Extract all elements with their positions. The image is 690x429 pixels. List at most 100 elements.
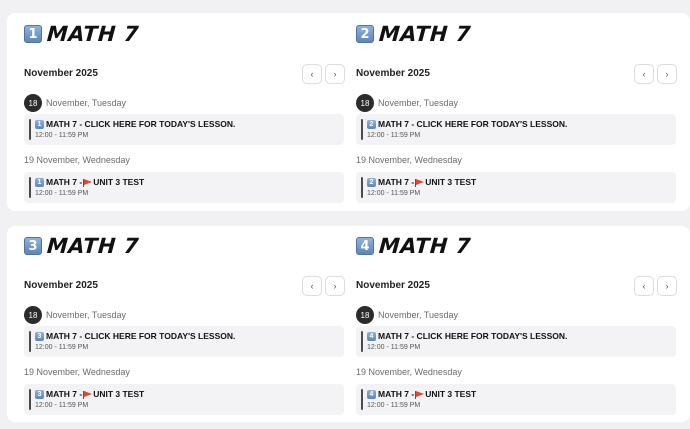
keycap-number-icon: 1	[35, 177, 44, 187]
day-header-today: 18 November, Tuesday	[24, 94, 126, 112]
red-flag-icon	[415, 390, 425, 399]
keycap-number-icon: 4	[367, 331, 376, 341]
event-time: 12:00 - 11:59 PM	[35, 190, 89, 197]
event-item[interactable]: 2 MATH 7 - CLICK HERE FOR TODAY'S LESSON…	[356, 114, 676, 145]
red-flag-icon	[415, 178, 425, 187]
event-time: 12:00 - 11:59 PM	[367, 344, 421, 351]
event-title[interactable]: 1 MATH 7 - UNIT 3 TEST	[35, 177, 144, 187]
day-header: 19 November, Wednesday	[24, 155, 130, 165]
day-label: 19 November, Wednesday	[24, 155, 130, 165]
day-label: 19 November, Wednesday	[356, 367, 462, 377]
day-label: November, Tuesday	[46, 310, 127, 320]
month-label: November 2025	[356, 68, 430, 79]
event-item[interactable]: 3 MATH 7 - CLICK HERE FOR TODAY'S LESSON…	[24, 326, 344, 357]
chevron-right-icon: ›	[333, 281, 337, 291]
prev-month-button[interactable]: ‹	[634, 276, 654, 296]
calendar-title: MATH 7	[378, 22, 472, 46]
next-month-button[interactable]: ›	[325, 276, 345, 296]
event-title[interactable]: 3 MATH 7 - UNIT 3 TEST	[35, 389, 144, 399]
chevron-right-icon: ›	[665, 69, 669, 79]
today-date-circle: 18	[24, 94, 42, 112]
keycap-number-icon: 2	[367, 119, 376, 129]
chevron-left-icon: ‹	[642, 281, 646, 291]
keycap-number-icon: 2	[367, 177, 376, 187]
day-header-today: 18 November, Tuesday	[24, 306, 126, 324]
next-month-button[interactable]: ›	[657, 64, 677, 84]
event-title-prefix: MATH 7 -	[46, 389, 83, 399]
calendar-panel-top: 1 MATH 7 November 2025 ‹ › 18 November, …	[7, 13, 690, 211]
red-flag-icon	[83, 390, 93, 399]
event-title-suffix: UNIT 3 TEST	[93, 389, 145, 399]
event-accent-bar	[29, 119, 31, 140]
day-label: 19 November, Wednesday	[356, 155, 462, 165]
keycap-number-icon: 3	[35, 331, 44, 341]
today-date-circle: 18	[24, 306, 42, 324]
day-label: November, Tuesday	[378, 98, 459, 108]
event-time: 12:00 - 11:59 PM	[35, 132, 89, 139]
calendar-title-row: 4 MATH 7	[356, 232, 472, 260]
keycap-number-icon: 2	[356, 25, 374, 43]
event-accent-bar	[361, 331, 363, 352]
next-month-button[interactable]: ›	[657, 276, 677, 296]
day-header: 19 November, Wednesday	[356, 367, 462, 377]
keycap-number-icon: 1	[24, 25, 42, 43]
calendar-title-row: 1 MATH 7	[24, 20, 140, 48]
event-item[interactable]: 1 MATH 7 - UNIT 3 TEST 12:00 - 11:59 PM	[24, 172, 344, 203]
keycap-number-icon: 1	[35, 119, 44, 129]
event-title[interactable]: 1 MATH 7 - CLICK HERE FOR TODAY'S LESSON…	[35, 119, 235, 129]
event-title[interactable]: 4 MATH 7 - UNIT 3 TEST	[367, 389, 476, 399]
keycap-number-icon: 4	[356, 237, 374, 255]
event-accent-bar	[29, 389, 31, 410]
event-time: 12:00 - 11:59 PM	[367, 190, 421, 197]
event-item[interactable]: 4 MATH 7 - UNIT 3 TEST 12:00 - 11:59 PM	[356, 384, 676, 415]
prev-month-button[interactable]: ‹	[634, 64, 654, 84]
keycap-number-icon: 4	[367, 389, 376, 399]
event-title-prefix: MATH 7 -	[378, 177, 415, 187]
red-flag-icon	[83, 178, 93, 187]
day-header: 19 November, Wednesday	[24, 367, 130, 377]
chevron-right-icon: ›	[665, 281, 669, 291]
event-title-text: MATH 7 - CLICK HERE FOR TODAY'S LESSON.	[378, 331, 568, 341]
prev-month-button[interactable]: ‹	[302, 64, 322, 84]
chevron-right-icon: ›	[333, 69, 337, 79]
month-label: November 2025	[24, 68, 98, 79]
today-date-circle: 18	[356, 306, 374, 324]
event-title[interactable]: 4 MATH 7 - CLICK HERE FOR TODAY'S LESSON…	[367, 331, 567, 341]
day-label: 19 November, Wednesday	[24, 367, 130, 377]
event-title-prefix: MATH 7 -	[46, 177, 83, 187]
chevron-left-icon: ‹	[642, 69, 646, 79]
keycap-number-icon: 3	[24, 237, 42, 255]
event-accent-bar	[361, 119, 363, 140]
chevron-left-icon: ‹	[310, 281, 314, 291]
day-label: November, Tuesday	[378, 310, 459, 320]
day-header-today: 18 November, Tuesday	[356, 306, 458, 324]
event-item[interactable]: 3 MATH 7 - UNIT 3 TEST 12:00 - 11:59 PM	[24, 384, 344, 415]
prev-month-button[interactable]: ‹	[302, 276, 322, 296]
today-date-circle: 18	[356, 94, 374, 112]
event-time: 12:00 - 11:59 PM	[367, 402, 421, 409]
event-time: 12:00 - 11:59 PM	[35, 344, 89, 351]
event-time: 12:00 - 11:59 PM	[367, 132, 421, 139]
keycap-number-icon: 3	[35, 389, 44, 399]
event-item[interactable]: 2 MATH 7 - UNIT 3 TEST 12:00 - 11:59 PM	[356, 172, 676, 203]
calendar-title: MATH 7	[46, 22, 140, 46]
event-accent-bar	[29, 177, 31, 198]
event-title[interactable]: 2 MATH 7 - CLICK HERE FOR TODAY'S LESSON…	[367, 119, 567, 129]
event-title[interactable]: 3 MATH 7 - CLICK HERE FOR TODAY'S LESSON…	[35, 331, 235, 341]
day-label: November, Tuesday	[46, 98, 127, 108]
calendar-title-row: 3 MATH 7	[24, 232, 140, 260]
event-accent-bar	[361, 177, 363, 198]
event-title[interactable]: 2 MATH 7 - UNIT 3 TEST	[367, 177, 476, 187]
day-header-today: 18 November, Tuesday	[356, 94, 458, 112]
event-title-text: MATH 7 - CLICK HERE FOR TODAY'S LESSON.	[46, 331, 236, 341]
event-title-text: MATH 7 - CLICK HERE FOR TODAY'S LESSON.	[46, 119, 236, 129]
next-month-button[interactable]: ›	[325, 64, 345, 84]
event-item[interactable]: 4 MATH 7 - CLICK HERE FOR TODAY'S LESSON…	[356, 326, 676, 357]
event-title-suffix: UNIT 3 TEST	[425, 177, 477, 187]
event-item[interactable]: 1 MATH 7 - CLICK HERE FOR TODAY'S LESSON…	[24, 114, 344, 145]
month-label: November 2025	[356, 280, 430, 291]
day-header: 19 November, Wednesday	[356, 155, 462, 165]
event-title-suffix: UNIT 3 TEST	[425, 389, 477, 399]
calendar-panel-bottom: 3 MATH 7 November 2025 ‹ › 18 November, …	[7, 226, 690, 422]
event-accent-bar	[29, 331, 31, 352]
